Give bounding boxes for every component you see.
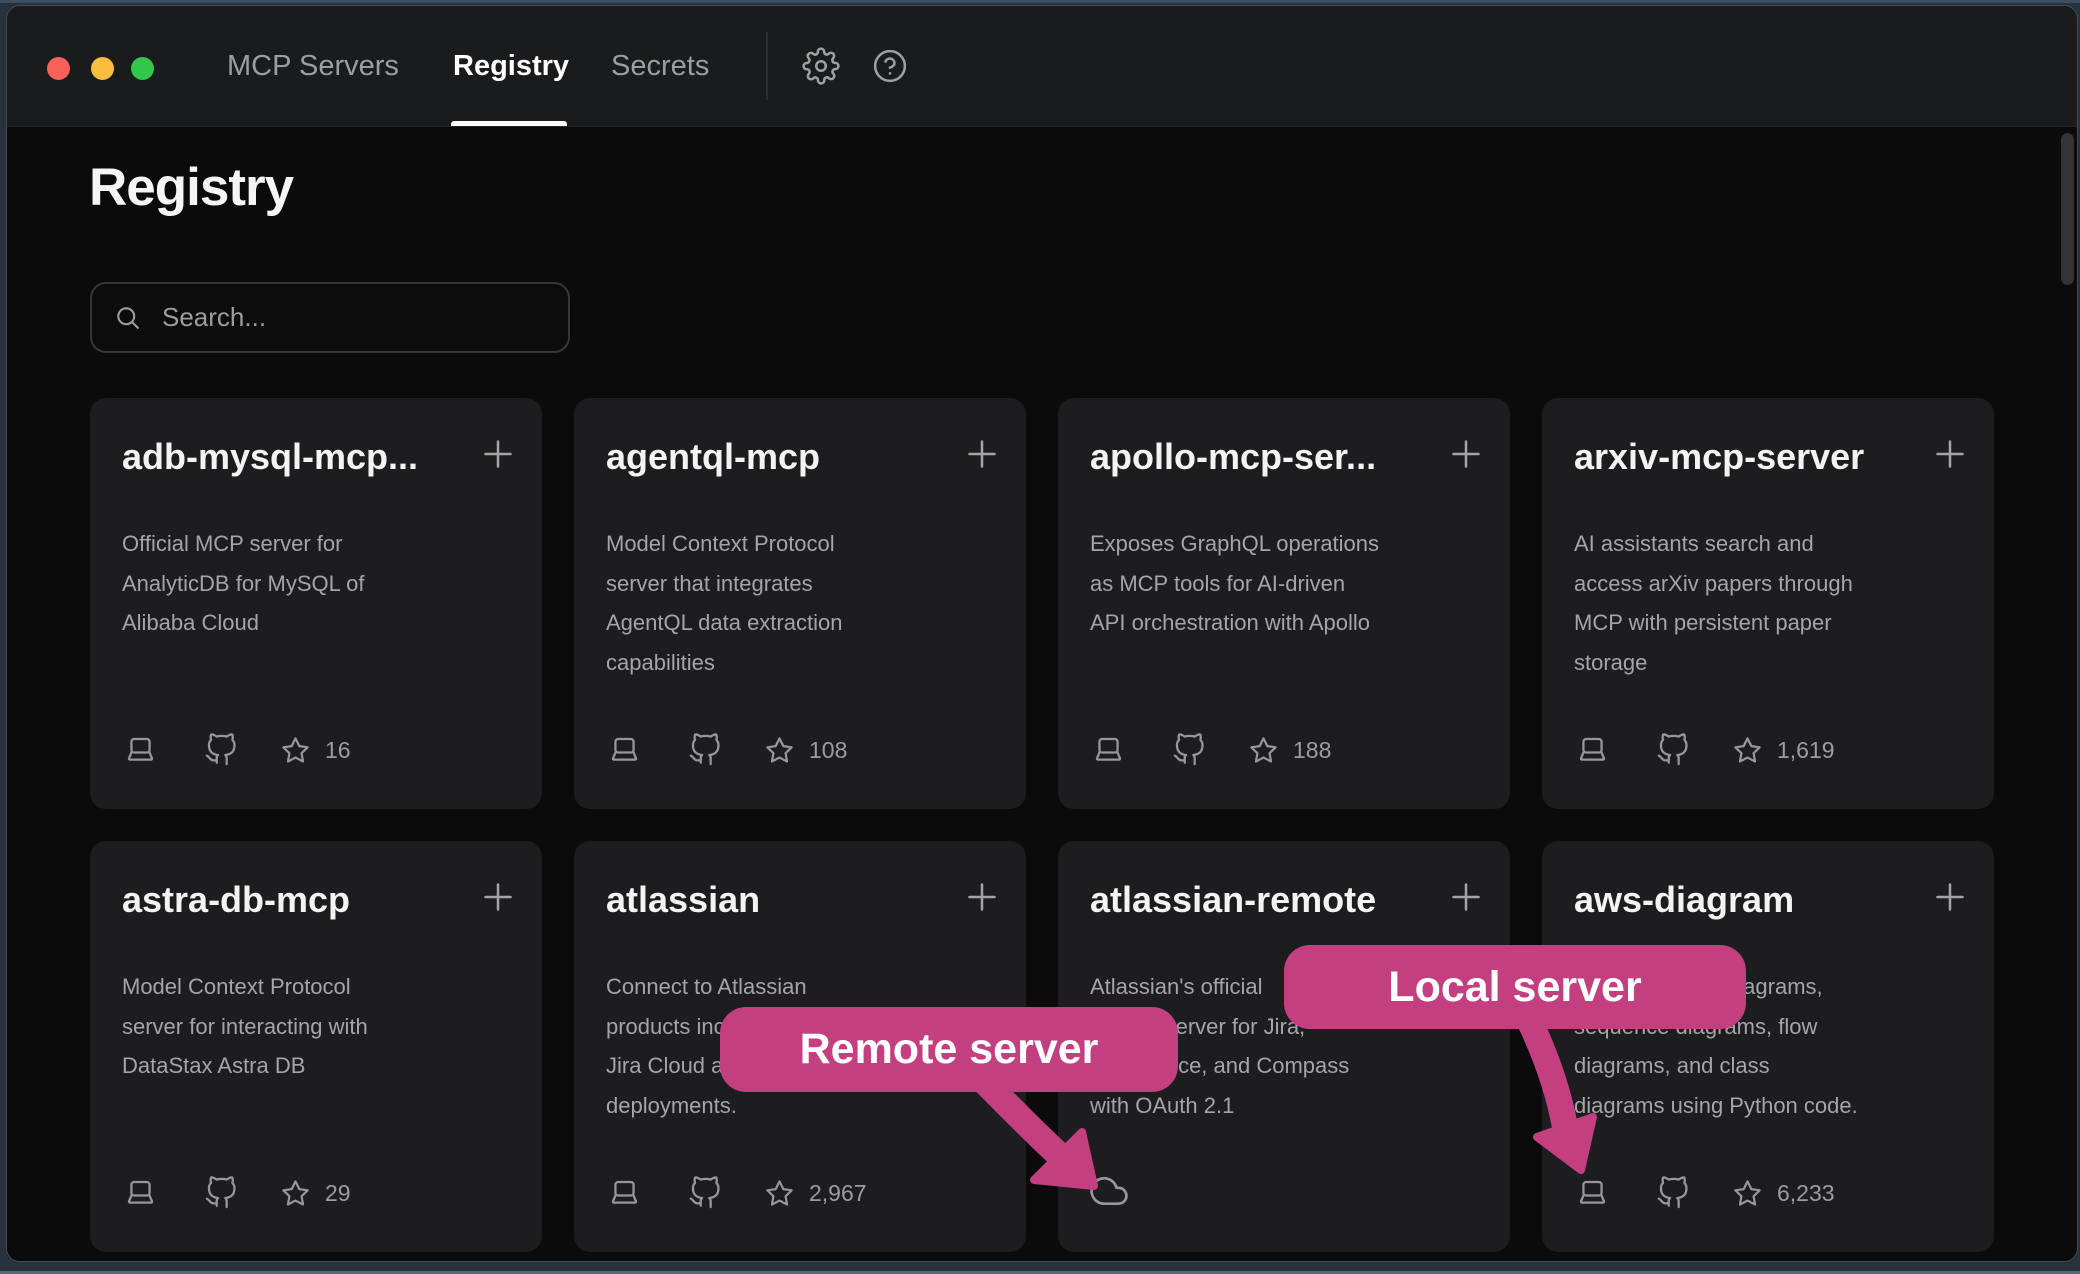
server-description: AI assistants search and access arXiv pa… [1574, 524, 1968, 682]
server-description: Model Context Protocol server that integ… [606, 524, 1000, 682]
titlebar: MCP Servers Registry Secrets [7, 6, 2077, 127]
server-meta: 2,967 [606, 1176, 867, 1210]
page-title: Registry [89, 157, 293, 218]
star-icon [764, 735, 795, 766]
star-icon [1248, 735, 1279, 766]
plus-icon [1446, 434, 1486, 474]
server-name: astra-db-mcp [122, 879, 350, 921]
server-meta: 29 [122, 1176, 351, 1210]
server-name: apollo-mcp-ser... [1090, 436, 1376, 478]
server-description: Official MCP server for AnalyticDB for M… [122, 524, 516, 643]
add-server-button[interactable] [962, 434, 1002, 474]
add-server-button[interactable] [478, 877, 518, 917]
laptop-local-icon [606, 1176, 643, 1210]
remote-server-callout-label: Remote server [800, 1025, 1099, 1074]
github-icon [204, 1176, 238, 1210]
server-card-arxiv-mcp-server[interactable]: arxiv-mcp-server AI assistants search an… [1542, 398, 1994, 809]
laptop-local-icon [122, 733, 159, 767]
star-icon [764, 1178, 795, 1209]
add-server-button[interactable] [962, 877, 1002, 917]
header-divider [766, 32, 768, 100]
scrollbar-thumb[interactable] [2061, 133, 2074, 285]
help-icon [871, 47, 909, 85]
server-card-grid: adb-mysql-mcp... Official MCP server for… [90, 398, 1994, 1252]
tab-secrets[interactable]: Secrets [611, 6, 709, 126]
star-count: 188 [1293, 737, 1331, 764]
github-icon [688, 1176, 722, 1210]
server-meta [1090, 1172, 1128, 1210]
laptop-local-icon [1090, 733, 1127, 767]
server-name: agentql-mcp [606, 436, 820, 478]
star-icon [1732, 1178, 1763, 1209]
server-card-aws-diagram[interactable]: aws-diagram Generate AWS diagrams, seque… [1542, 841, 1994, 1252]
screenshot-root: MCP Servers Registry Secrets Registry [0, 0, 2080, 1274]
star-count: 2,967 [809, 1180, 867, 1207]
local-server-callout-label: Local server [1388, 963, 1641, 1012]
plus-icon [478, 877, 518, 917]
settings-button[interactable] [802, 47, 840, 85]
server-card-adb-mysql-mcp[interactable]: adb-mysql-mcp... Official MCP server for… [90, 398, 542, 809]
plus-icon [1930, 434, 1970, 474]
app-window: MCP Servers Registry Secrets Registry [6, 5, 2078, 1262]
server-meta: 6,233 [1574, 1176, 1835, 1210]
laptop-local-icon [122, 1176, 159, 1210]
laptop-local-icon [1574, 733, 1611, 767]
gear-icon [802, 47, 840, 85]
server-name: adb-mysql-mcp... [122, 436, 418, 478]
active-tab-indicator [451, 121, 567, 126]
server-meta: 1,619 [1574, 733, 1835, 767]
tab-registry[interactable]: Registry [453, 6, 569, 126]
laptop-local-icon [606, 733, 643, 767]
star-count: 29 [325, 1180, 351, 1207]
plus-icon [962, 434, 1002, 474]
star-icon [280, 1178, 311, 1209]
add-server-button[interactable] [1930, 434, 1970, 474]
github-icon [688, 733, 722, 767]
local-server-callout: Local server [1284, 945, 1746, 1029]
github-icon [1656, 733, 1690, 767]
search-icon [114, 304, 142, 332]
star-icon [280, 735, 311, 766]
search-input[interactable] [160, 301, 568, 334]
star-count: 16 [325, 737, 351, 764]
plus-icon [1446, 877, 1486, 917]
tab-mcp-servers[interactable]: MCP Servers [227, 6, 399, 126]
add-server-button[interactable] [478, 434, 518, 474]
star-icon [1732, 735, 1763, 766]
registry-page: Registry adb-mysql-mcp... Official MCP s… [7, 127, 2077, 1262]
close-window-button[interactable] [47, 57, 70, 80]
laptop-local-icon [1574, 1176, 1611, 1210]
server-meta: 16 [122, 733, 351, 767]
github-icon [1656, 1176, 1690, 1210]
star-count: 1,619 [1777, 737, 1835, 764]
minimize-window-button[interactable] [91, 57, 114, 80]
star-count: 108 [809, 737, 847, 764]
server-card-agentql-mcp[interactable]: agentql-mcp Model Context Protocol serve… [574, 398, 1026, 809]
add-server-button[interactable] [1446, 434, 1486, 474]
help-button[interactable] [871, 47, 909, 85]
server-name: arxiv-mcp-server [1574, 436, 1864, 478]
server-name: atlassian [606, 879, 760, 921]
server-meta: 188 [1090, 733, 1331, 767]
star-count: 6,233 [1777, 1180, 1835, 1207]
add-server-button[interactable] [1930, 877, 1970, 917]
server-name: aws-diagram [1574, 879, 1794, 921]
github-icon [1172, 733, 1206, 767]
plus-icon [478, 434, 518, 474]
github-icon [204, 733, 238, 767]
add-server-button[interactable] [1446, 877, 1486, 917]
server-card-apollo-mcp-server[interactable]: apollo-mcp-ser... Exposes GraphQL operat… [1058, 398, 1510, 809]
remote-server-callout: Remote server [720, 1007, 1178, 1092]
plus-icon [1930, 877, 1970, 917]
cloud-remote-icon [1090, 1172, 1128, 1210]
server-name: atlassian-remote [1090, 879, 1376, 921]
plus-icon [962, 877, 1002, 917]
search-box[interactable] [90, 282, 570, 353]
server-card-astra-db-mcp[interactable]: astra-db-mcp Model Context Protocol serv… [90, 841, 542, 1252]
server-description: Model Context Protocol server for intera… [122, 967, 516, 1086]
server-description: Exposes GraphQL operations as MCP tools … [1090, 524, 1484, 643]
zoom-window-button[interactable] [131, 57, 154, 80]
server-meta: 108 [606, 733, 847, 767]
